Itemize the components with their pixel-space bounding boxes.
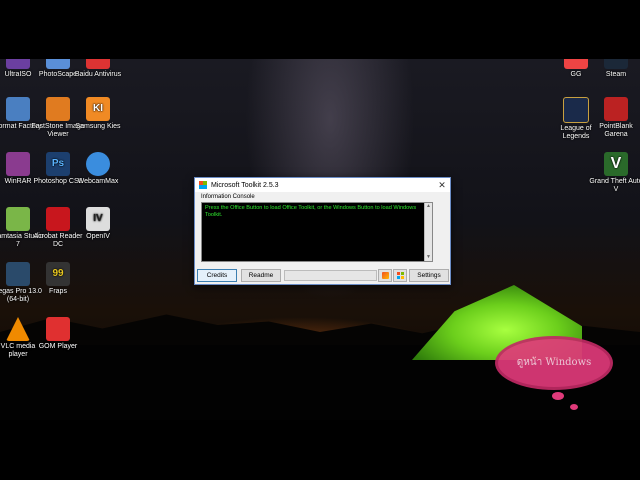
bottom-bar: Credits Readme Settings <box>195 266 450 282</box>
gom-player-icon <box>46 317 70 341</box>
desktop-icon-gta5[interactable]: V Grand Theft Auto V <box>589 152 640 194</box>
gta5-icon: V <box>604 152 628 176</box>
console-scrollbar[interactable]: ▲ ▼ <box>424 203 432 261</box>
acrobat-icon <box>46 207 70 231</box>
toolkit-window: Microsoft Toolkit 2.5.3 ✕ Information Co… <box>194 177 451 285</box>
overlay-text: ดูหน้า Windows <box>516 357 592 368</box>
windows-icon <box>396 272 404 279</box>
ultraiso-icon <box>6 59 30 69</box>
camtasia-icon <box>6 207 30 231</box>
scroll-up-icon[interactable]: ▲ <box>425 203 432 210</box>
desktop-icon-webcammax[interactable]: WebcamMax <box>71 152 125 186</box>
desktop-icon-baidu-antivirus[interactable]: Baidu Antivirus <box>71 59 125 79</box>
information-console-label: Information Console <box>201 194 255 200</box>
pointblank-icon <box>604 97 628 121</box>
settings-button[interactable]: Settings <box>409 269 449 282</box>
information-console: Press the Office Button to load Office T… <box>201 202 433 262</box>
photoshop-icon: Ps <box>46 152 70 176</box>
overlay-bubble: ดูหน้า Windows <box>498 339 610 387</box>
desktop-icon-steam[interactable]: Steam <box>589 59 640 79</box>
desktop-icon-pointblank[interactable]: PointBlank Garena <box>589 97 640 139</box>
league-of-legends-icon <box>563 97 589 123</box>
desktop-icon-label: Fraps <box>49 288 67 295</box>
webcammax-icon <box>86 152 110 176</box>
photoscape-icon <box>46 59 70 69</box>
openiv-icon: IV <box>86 207 110 231</box>
vegas-pro-icon <box>6 262 30 286</box>
fraps-icon: 99 <box>46 262 70 286</box>
desktop-icon-label: PointBlank Garena <box>599 123 633 138</box>
desktop-icon-label: OpenIV <box>86 233 110 240</box>
office-icon <box>381 272 389 279</box>
steam-icon <box>604 59 628 69</box>
desktop-icon-label: Grand Theft Auto V <box>589 178 640 193</box>
microsoft-logo-icon <box>199 181 207 189</box>
desktop-icon-label: GOM Player <box>38 343 78 350</box>
desktop-icon-label: Steam <box>605 71 627 78</box>
desktop-icon-gom-player[interactable]: GOM Player <box>31 317 85 351</box>
progress-bar <box>284 270 377 281</box>
readme-button[interactable]: Readme <box>241 269 281 282</box>
samsung-kies-icon: KI <box>86 97 110 121</box>
vlc-icon <box>6 317 30 341</box>
overlay-bubble-dot <box>552 392 564 400</box>
windows-button[interactable] <box>393 269 407 282</box>
desktop-icon-label: Baidu Antivirus <box>74 71 122 78</box>
baidu-antivirus-icon <box>86 59 110 69</box>
winrar-icon <box>6 152 30 176</box>
format-factory-icon <box>6 97 30 121</box>
desktop-icon-fraps[interactable]: 99 Fraps <box>31 262 85 296</box>
faststone-icon <box>46 97 70 121</box>
console-text: Press the Office Button to load Office T… <box>205 205 417 218</box>
title-bar[interactable]: Microsoft Toolkit 2.5.3 ✕ <box>195 178 450 192</box>
desktop-icon-label: WebcamMax <box>77 178 119 185</box>
window-title: Microsoft Toolkit 2.5.3 <box>211 181 279 189</box>
overlay-bubble-dot <box>570 404 578 410</box>
close-button[interactable]: ✕ <box>436 179 448 191</box>
desktop-icon-openiv[interactable]: IV OpenIV <box>71 207 125 241</box>
credits-button[interactable]: Credits <box>197 269 237 282</box>
office-button[interactable] <box>378 269 392 282</box>
desktop-icon-label: Samsung Kies <box>75 123 121 130</box>
desktop-icon-samsung-kies[interactable]: KI Samsung Kies <box>71 97 125 131</box>
gg-icon <box>564 59 588 69</box>
scroll-down-icon[interactable]: ▼ <box>425 254 432 261</box>
